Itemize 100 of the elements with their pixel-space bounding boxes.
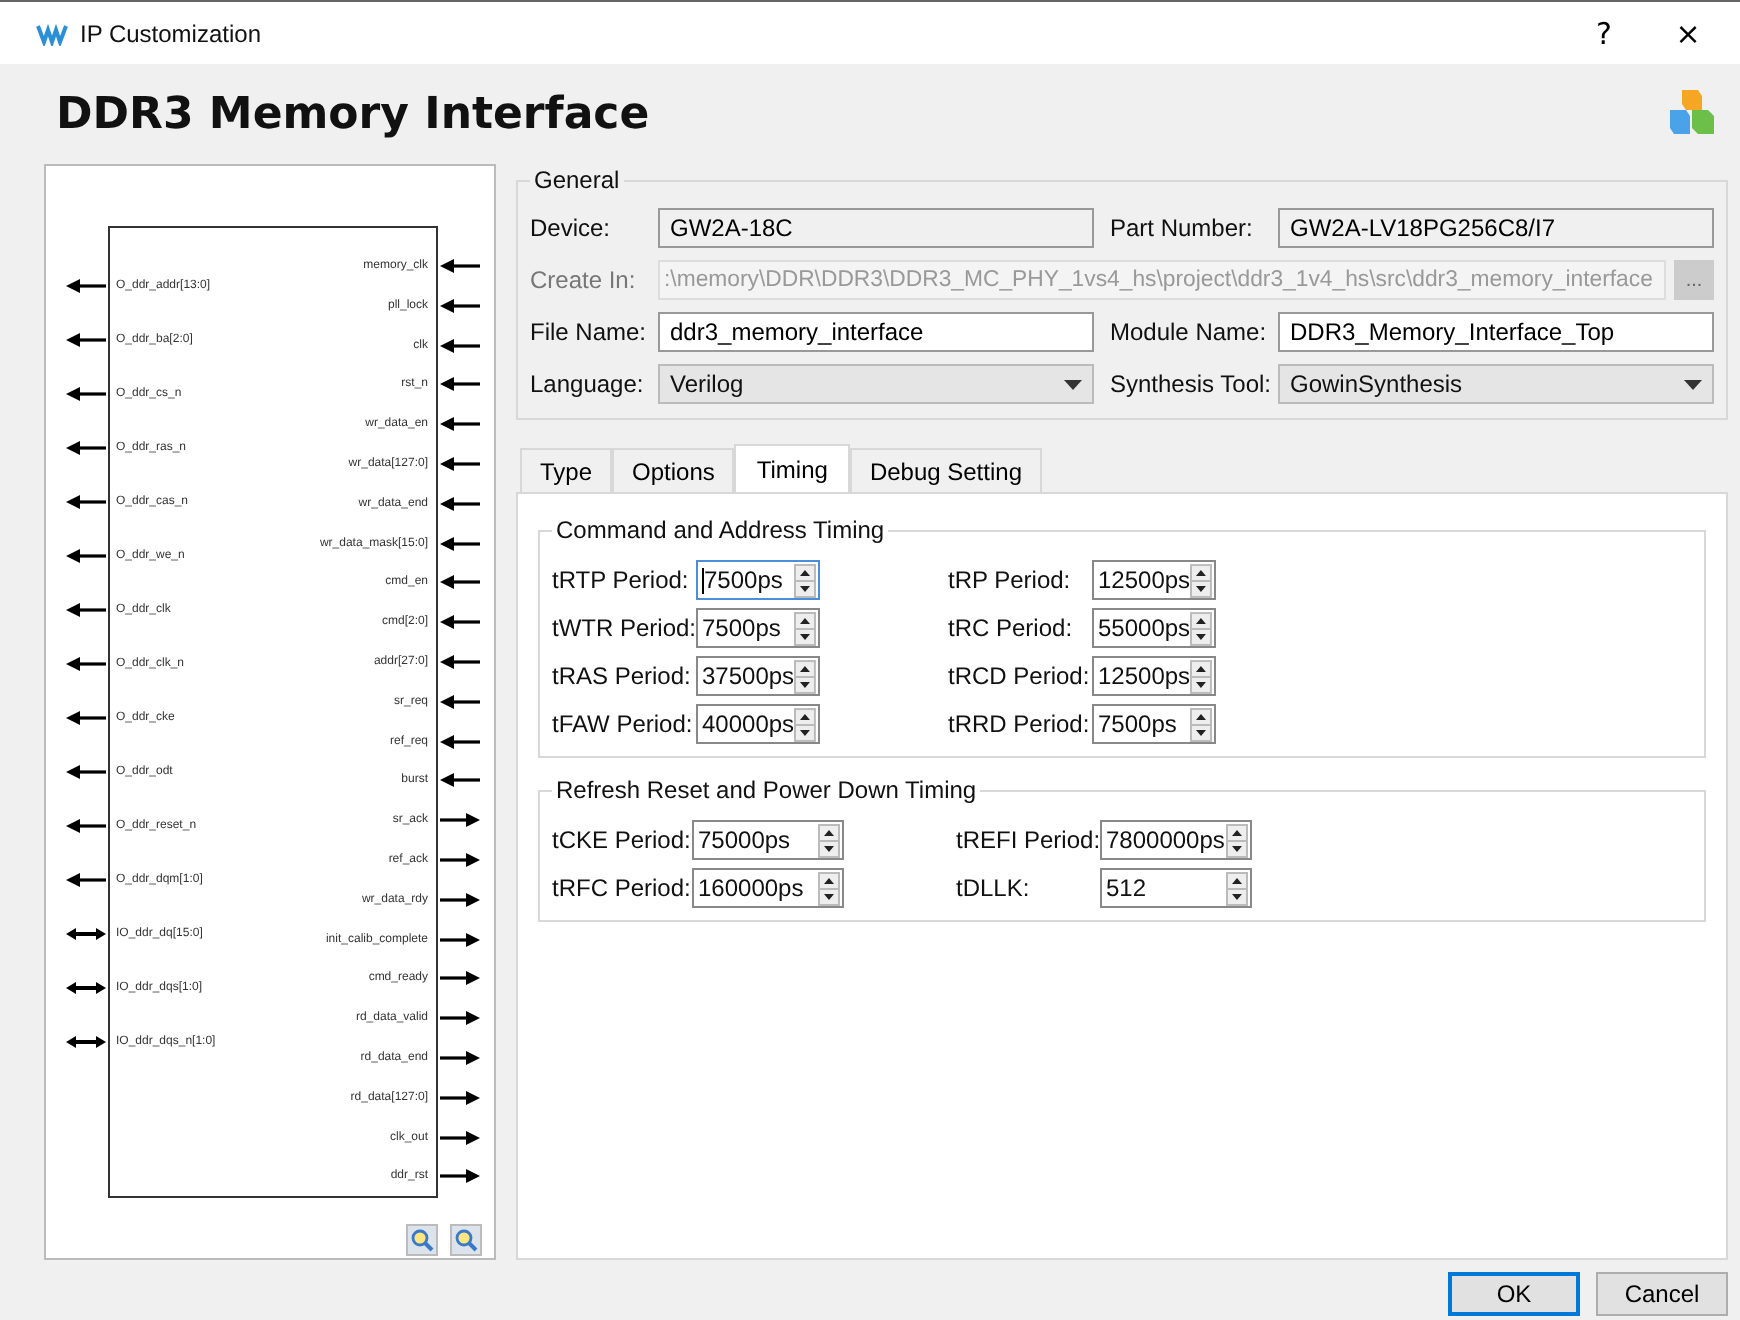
input-field[interactable]: GW2A-18C bbox=[658, 208, 1094, 248]
field-label: tREFI Period: bbox=[956, 826, 1100, 854]
pin-arrow-icon bbox=[66, 494, 106, 510]
browse-button[interactable]: ... bbox=[1674, 260, 1714, 300]
dropdown-arrow-icon bbox=[1064, 379, 1082, 389]
spin-box[interactable]: 75000ps bbox=[692, 820, 844, 860]
pin-arrow-icon bbox=[66, 926, 106, 942]
field-label: tRTP Period: bbox=[552, 566, 691, 594]
pin-arrow-icon bbox=[440, 535, 480, 552]
spin-arrows-icon bbox=[1190, 611, 1212, 645]
spin-box[interactable]: 40000ps bbox=[696, 704, 820, 744]
dropdown-value: GowinSynthesis bbox=[1290, 370, 1463, 398]
pin-arrow-icon bbox=[440, 455, 480, 472]
tab[interactable]: Timing bbox=[734, 444, 850, 492]
window-title: IP Customization bbox=[80, 19, 261, 47]
field-label: Part Number: bbox=[1110, 214, 1255, 242]
pin-arrow-icon bbox=[66, 872, 106, 888]
pin-arrow-icon bbox=[66, 548, 106, 564]
zoom-out-button[interactable] bbox=[450, 1224, 482, 1256]
field-label: Synthesis Tool: bbox=[1110, 370, 1270, 398]
pin-arrow-icon bbox=[440, 851, 480, 868]
field-label: tCKE Period: bbox=[552, 826, 692, 854]
field-label: Language: bbox=[530, 370, 646, 398]
pin-arrow-icon bbox=[440, 495, 480, 512]
spin-arrows-icon bbox=[1190, 563, 1212, 597]
pin-arrow-icon bbox=[440, 733, 480, 750]
ok-button[interactable]: OK bbox=[1448, 1272, 1580, 1316]
field-label: Device: bbox=[530, 214, 613, 242]
spin-arrows-icon bbox=[1190, 659, 1212, 693]
tab[interactable]: Debug Setting bbox=[849, 448, 1042, 492]
pin-arrow-icon bbox=[66, 386, 106, 402]
field-label: tRP Period: bbox=[948, 566, 1073, 594]
spin-arrows-icon bbox=[818, 871, 840, 905]
spin-arrows-icon bbox=[794, 659, 816, 693]
group-title: Refresh Reset and Power Down Timing bbox=[552, 776, 981, 804]
magnifier-icon bbox=[454, 1228, 478, 1252]
pin-arrow-icon bbox=[66, 656, 106, 672]
tab[interactable]: Options bbox=[612, 448, 735, 492]
spin-box[interactable]: 12500ps bbox=[1092, 560, 1216, 600]
spin-box[interactable]: 37500ps bbox=[696, 656, 820, 696]
pin-arrow-icon bbox=[440, 1089, 480, 1106]
spin-arrows-icon bbox=[1190, 707, 1212, 741]
pin-arrow-icon bbox=[66, 710, 106, 726]
pin-arrow-icon bbox=[66, 980, 106, 996]
cancel-button[interactable]: Cancel bbox=[1596, 1272, 1728, 1316]
dropdown-arrow-icon bbox=[1684, 379, 1702, 389]
app-logo-icon bbox=[36, 21, 68, 45]
pin-arrow-icon bbox=[440, 614, 480, 631]
spin-box[interactable]: 55000ps bbox=[1092, 608, 1216, 648]
input-field[interactable]: ddr3_memory_interface bbox=[658, 312, 1094, 352]
pin-arrow-icon bbox=[440, 891, 480, 908]
spin-arrows-icon bbox=[794, 611, 816, 645]
spin-box[interactable]: 7800000ps bbox=[1100, 820, 1252, 860]
spin-arrows-icon bbox=[794, 563, 816, 597]
pin-arrow-icon bbox=[440, 337, 480, 354]
pin-arrow-icon bbox=[66, 278, 106, 294]
spin-box[interactable]: 512 bbox=[1100, 868, 1252, 908]
pin-arrow-icon bbox=[66, 332, 106, 348]
pin-arrow-icon bbox=[66, 440, 106, 456]
field-label: tFAW Period: bbox=[552, 710, 695, 738]
pin-arrow-icon bbox=[66, 764, 106, 780]
pin-arrow-icon bbox=[440, 653, 480, 670]
field-label: Module Name: bbox=[1110, 318, 1269, 346]
spin-arrows-icon bbox=[1226, 871, 1248, 905]
zoom-in-button[interactable] bbox=[406, 1224, 438, 1256]
pin-arrow-icon bbox=[440, 693, 480, 710]
field-label: tRC Period: bbox=[948, 614, 1075, 642]
dropdown-value: Verilog bbox=[670, 370, 744, 398]
close-button[interactable]: × bbox=[1652, 15, 1724, 51]
field-label: tDLLK: bbox=[956, 874, 1032, 902]
pin-arrow-icon bbox=[66, 818, 106, 834]
pin-arrow-icon bbox=[440, 1049, 480, 1066]
pin-arrow-icon bbox=[440, 376, 480, 393]
input-field[interactable]: GW2A-LV18PG256C8/I7 bbox=[1278, 208, 1714, 248]
pin-arrow-icon bbox=[440, 772, 480, 789]
spin-arrows-icon bbox=[794, 707, 816, 741]
group-title: Command and Address Timing bbox=[552, 516, 889, 544]
tab[interactable]: Type bbox=[520, 448, 613, 492]
dropdown[interactable]: GowinSynthesis bbox=[1278, 364, 1714, 404]
input-field[interactable]: DDR3_Memory_Interface_Top bbox=[1278, 312, 1714, 352]
spin-box[interactable]: 12500ps bbox=[1092, 656, 1216, 696]
pin-arrow-icon bbox=[440, 1010, 480, 1027]
group-title: General bbox=[530, 166, 624, 194]
field-label: File Name: bbox=[530, 318, 649, 346]
pin-arrow-icon bbox=[66, 1034, 106, 1050]
field-label: tRRD Period: bbox=[948, 710, 1092, 738]
spin-box[interactable]: 7500ps bbox=[1092, 704, 1216, 744]
pin-arrow-icon bbox=[440, 970, 480, 987]
field-label: tRFC Period: bbox=[552, 874, 692, 902]
pin-arrow-icon bbox=[440, 416, 480, 433]
spin-box[interactable]: 7500ps bbox=[696, 608, 820, 648]
pin-arrow-icon bbox=[440, 812, 480, 829]
spin-arrows-icon bbox=[818, 823, 840, 857]
help-button[interactable]: ? bbox=[1568, 15, 1640, 51]
pin-arrow-icon bbox=[440, 1129, 480, 1146]
spin-box[interactable]: 7500ps bbox=[696, 560, 820, 600]
dropdown[interactable]: Verilog bbox=[658, 364, 1094, 404]
pin-arrow-icon bbox=[440, 1168, 480, 1185]
field-label: tWTR Period: bbox=[552, 614, 696, 642]
spin-box[interactable]: 160000ps bbox=[692, 868, 844, 908]
